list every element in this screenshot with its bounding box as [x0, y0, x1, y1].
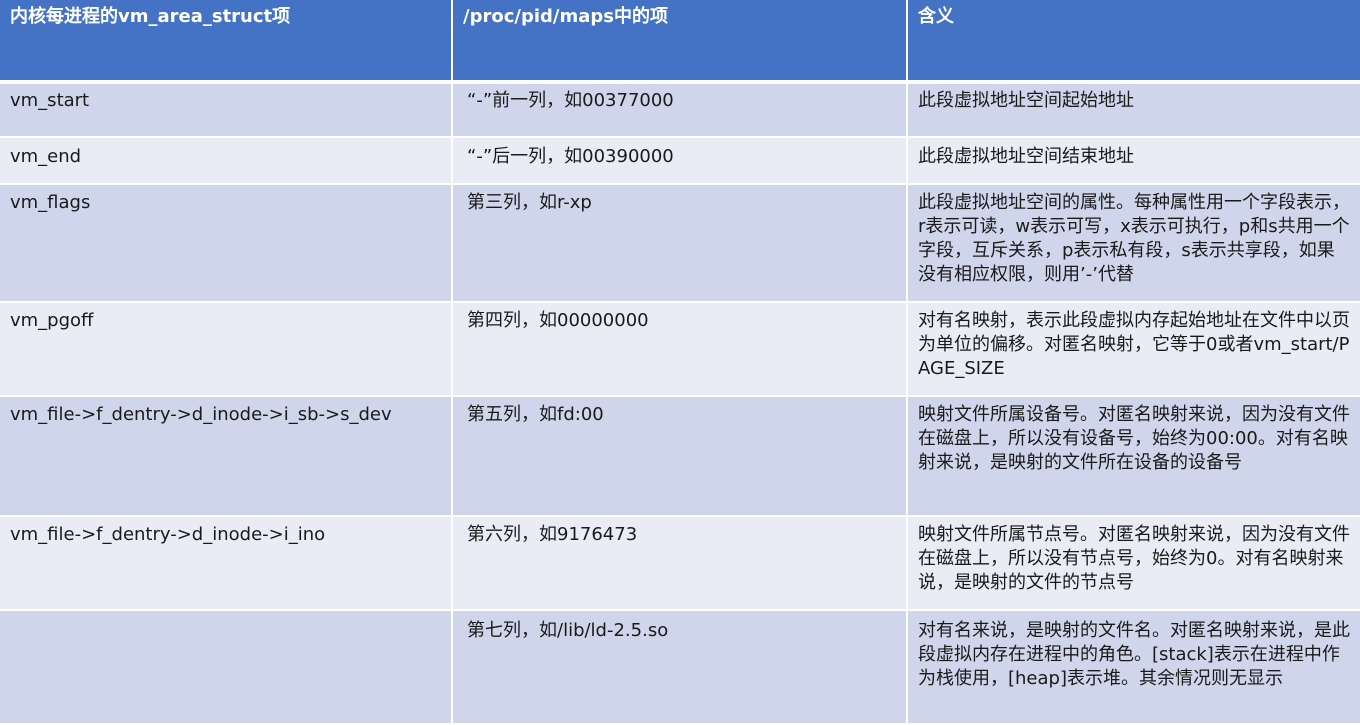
table-row: 第七列，如/lib/ld-2.5.so 对有名来说，是映射的文件名。对匿名映射来…	[0, 611, 1360, 725]
cell-kernel-field: vm_pgoff	[0, 303, 453, 397]
cell-maps-item: 第七列，如/lib/ld-2.5.so	[453, 611, 908, 725]
cell-kernel-field	[0, 611, 453, 725]
cell-meaning: 此段虚拟地址空间结束地址	[908, 138, 1360, 185]
cell-meaning: 对有名映射，表示此段虚拟内存起始地址在文件中以页为单位的偏移。对匿名映射，它等于…	[908, 303, 1360, 397]
cell-kernel-field: vm_flags	[0, 185, 453, 303]
table-row: vm_flags 第三列，如r-xp 此段虚拟地址空间的属性。每种属性用一个字段…	[0, 185, 1360, 303]
header-meaning: 含义	[908, 0, 1360, 84]
cell-meaning: 对有名来说，是映射的文件名。对匿名映射来说，是此段虚拟内存在进程中的角色。[st…	[908, 611, 1360, 725]
table-row: vm_end “-”后一列，如00390000 此段虚拟地址空间结束地址	[0, 138, 1360, 185]
vm-area-mapping-table: 内核每进程的vm_area_struct项 /proc/pid/maps中的项 …	[0, 0, 1360, 725]
cell-maps-item: 第六列，如9176473	[453, 517, 908, 611]
cell-meaning: 映射文件所属设备号。对匿名映射来说，因为没有文件在磁盘上，所以没有设备号，始终为…	[908, 397, 1360, 517]
cell-meaning: 此段虚拟地址空间的属性。每种属性用一个字段表示，r表示可读，w表示可写，x表示可…	[908, 185, 1360, 303]
cell-meaning: 此段虚拟地址空间起始地址	[908, 84, 1360, 138]
header-row: 内核每进程的vm_area_struct项 /proc/pid/maps中的项 …	[0, 0, 1360, 84]
cell-kernel-field: vm_file->f_dentry->d_inode->i_ino	[0, 517, 453, 611]
cell-maps-item: 第五列，如fd:00	[453, 397, 908, 517]
cell-maps-item: “-”前一列，如00377000	[453, 84, 908, 138]
cell-maps-item: “-”后一列，如00390000	[453, 138, 908, 185]
header-maps-item: /proc/pid/maps中的项	[453, 0, 908, 84]
table-row: vm_pgoff 第四列，如00000000 对有名映射，表示此段虚拟内存起始地…	[0, 303, 1360, 397]
table-row: vm_file->f_dentry->d_inode->i_sb->s_dev …	[0, 397, 1360, 517]
cell-kernel-field: vm_start	[0, 84, 453, 138]
cell-kernel-field: vm_end	[0, 138, 453, 185]
cell-maps-item: 第四列，如00000000	[453, 303, 908, 397]
cell-kernel-field: vm_file->f_dentry->d_inode->i_sb->s_dev	[0, 397, 453, 517]
table-row: vm_start “-”前一列，如00377000 此段虚拟地址空间起始地址	[0, 84, 1360, 138]
table-row: vm_file->f_dentry->d_inode->i_ino 第六列，如9…	[0, 517, 1360, 611]
header-kernel-field: 内核每进程的vm_area_struct项	[0, 0, 453, 84]
cell-meaning: 映射文件所属节点号。对匿名映射来说，因为没有文件在磁盘上，所以没有节点号，始终为…	[908, 517, 1360, 611]
cell-maps-item: 第三列，如r-xp	[453, 185, 908, 303]
